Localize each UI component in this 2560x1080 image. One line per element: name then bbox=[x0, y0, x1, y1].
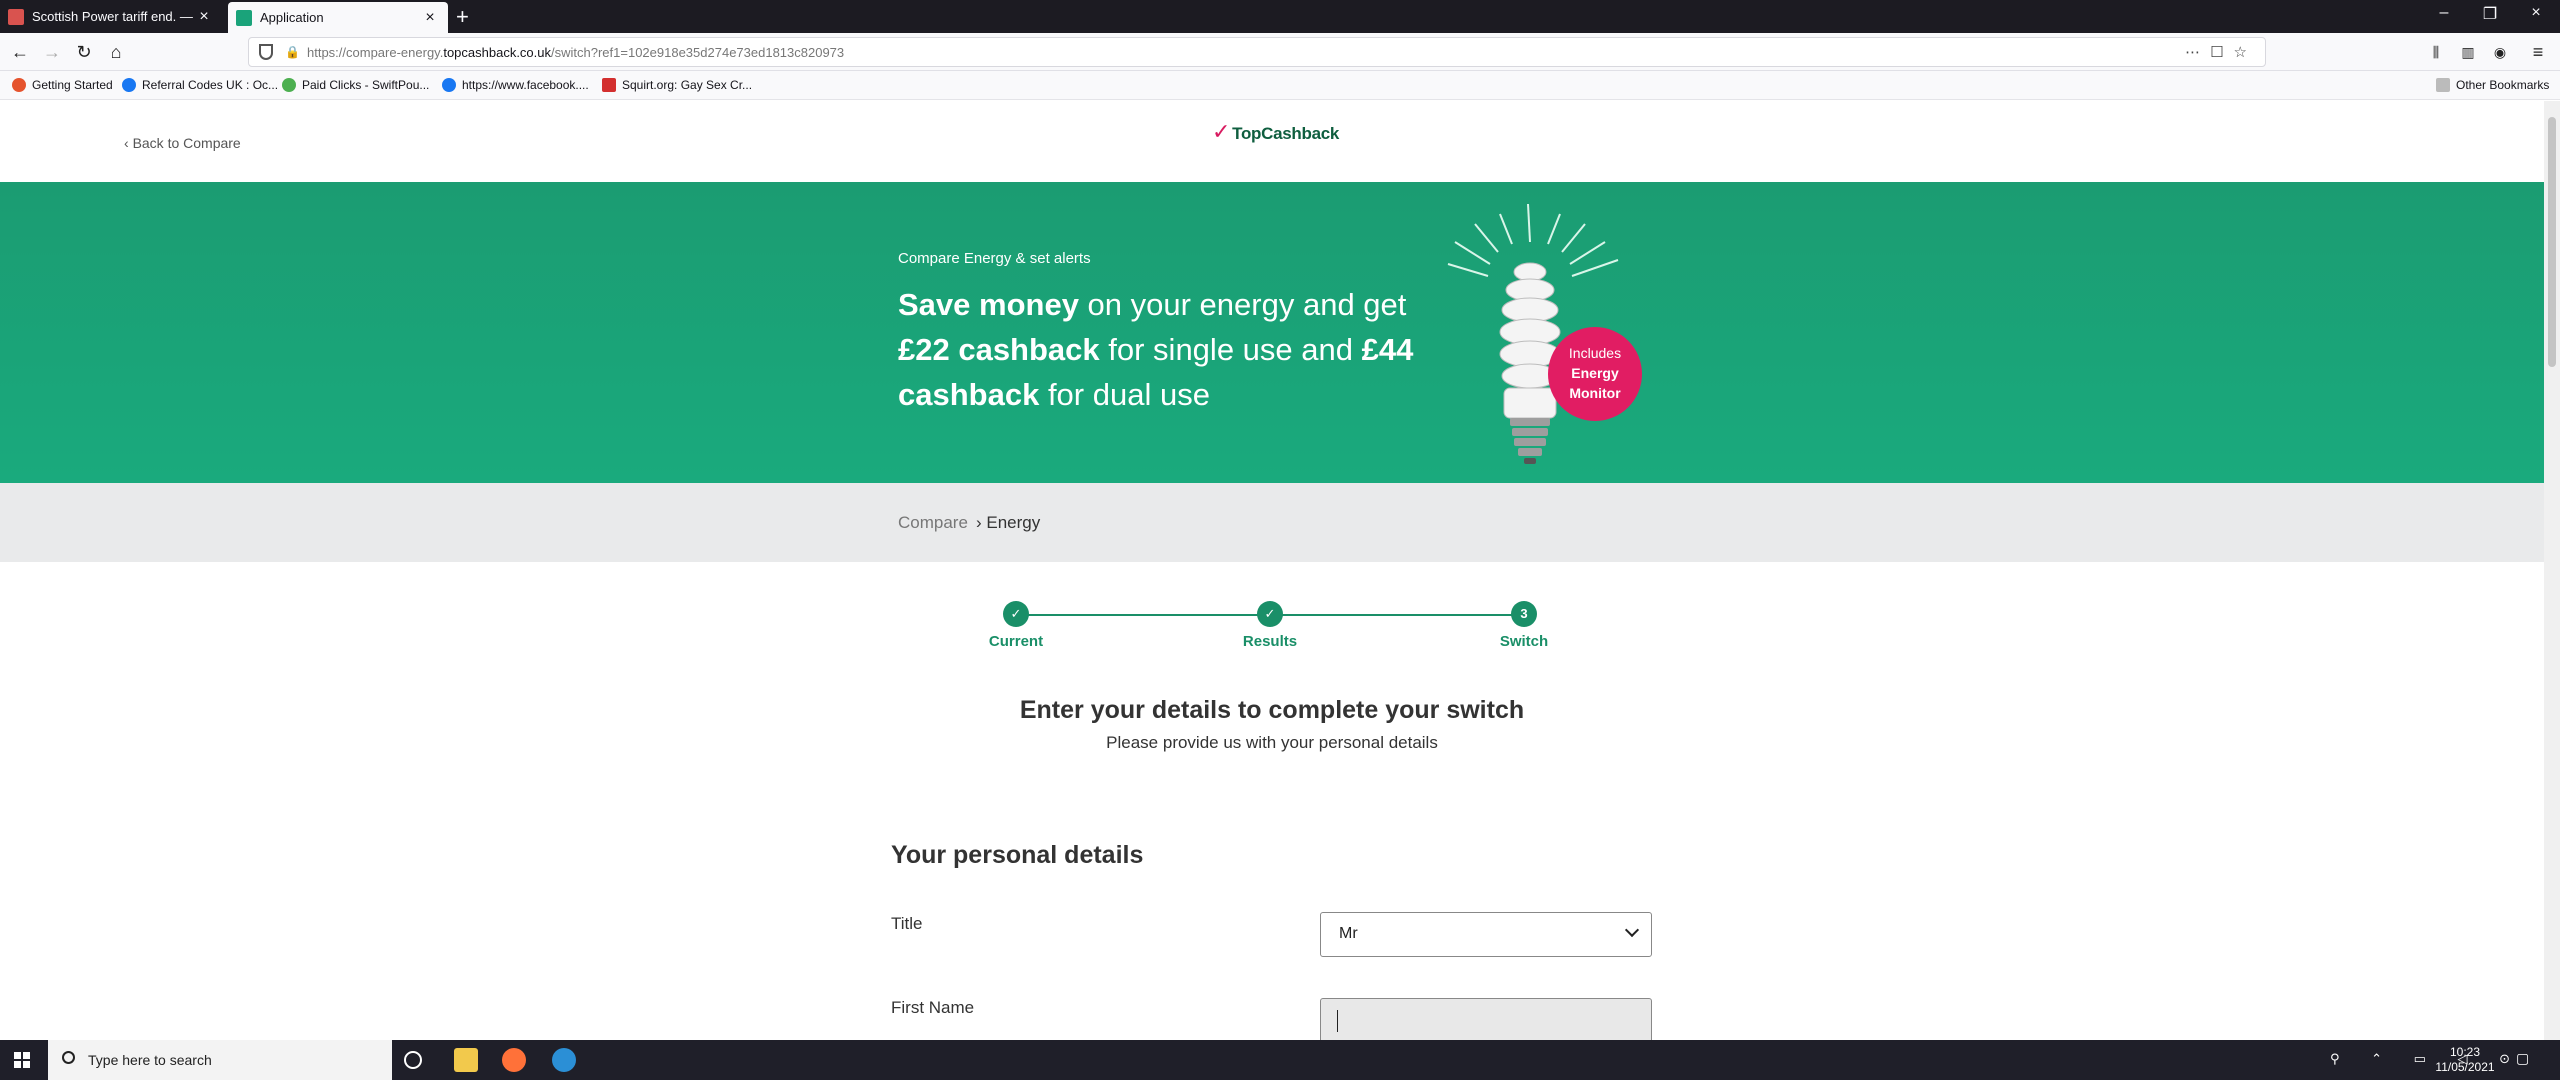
tab-application[interactable]: Application × bbox=[228, 2, 448, 33]
firefox-icon bbox=[12, 78, 26, 92]
search-icon bbox=[62, 1051, 75, 1064]
step-switch: 3 Switch bbox=[1464, 601, 1584, 650]
step-results: ✓ Results bbox=[1210, 601, 1330, 650]
step-number: 3 bbox=[1511, 601, 1537, 627]
topcashback-logo[interactable]: ✓ TopCashback bbox=[1212, 119, 1339, 145]
library-icon[interactable]: ⫼ bbox=[2424, 40, 2448, 64]
facebook-icon bbox=[442, 78, 456, 92]
clock[interactable]: 10:23 11/05/2021 bbox=[2430, 1045, 2500, 1075]
page-title: Enter your details to complete your swit… bbox=[1019, 696, 1525, 724]
scrollbar-thumb[interactable] bbox=[2548, 117, 2556, 367]
facebook-icon bbox=[122, 78, 136, 92]
notifications-icon[interactable]: ▢ bbox=[2516, 1051, 2529, 1066]
swiftpounds-icon bbox=[282, 78, 296, 92]
step-label: Results bbox=[1242, 633, 1298, 650]
breadcrumb: Compare › Energy bbox=[0, 483, 2544, 562]
cortana-icon[interactable] bbox=[404, 1051, 422, 1069]
bird-logo-icon: ✓ bbox=[1212, 119, 1231, 144]
tab-title: Application bbox=[260, 10, 324, 25]
progress-stepper: ✓ Current ✓ Results 3 Switch bbox=[989, 601, 1548, 661]
reload-icon[interactable]: ↻ bbox=[72, 40, 96, 64]
windows-start-icon[interactable] bbox=[14, 1052, 30, 1068]
minimize-icon[interactable]: – bbox=[2432, 4, 2456, 22]
tab-scottish-power[interactable]: Scottish Power tariff end. — M × bbox=[0, 0, 222, 33]
bookmark-referral-codes[interactable]: Referral Codes UK : Oc... bbox=[122, 78, 278, 92]
title-select[interactable]: Mr bbox=[1320, 912, 1652, 957]
windows-taskbar: Type here to search ⚲ ⌃ ▭ ◁ ⊙ 10:23 11/0… bbox=[0, 1040, 2560, 1080]
breadcrumb-energy: › Energy bbox=[976, 513, 1041, 532]
energy-monitor-badge: Includes Energy Monitor bbox=[1548, 327, 1642, 421]
tab-favicon-icon bbox=[236, 9, 252, 26]
sidebar-icon[interactable]: ▥ bbox=[2456, 40, 2480, 64]
bookmark-squirt[interactable]: Squirt.org: Gay Sex Cr... bbox=[602, 78, 752, 92]
edge-icon[interactable] bbox=[552, 1048, 576, 1072]
step-label: Switch bbox=[1499, 633, 1549, 650]
hero-eyebrow: Compare Energy & set alerts bbox=[898, 250, 1091, 267]
other-bookmarks[interactable]: Other Bookmarks bbox=[2436, 78, 2549, 92]
hero-banner: Compare Energy & set alerts Save money o… bbox=[0, 182, 2544, 483]
forward-arrow-icon[interactable]: → bbox=[40, 40, 64, 64]
step-current: ✓ Current bbox=[956, 601, 1076, 650]
title-select-value: Mr bbox=[1339, 925, 1358, 942]
navigation-bar: ← → ↻ ⌂ 🔒 https://compare-energy.topcash… bbox=[0, 33, 2560, 71]
page-actions-icon[interactable]: ⋯☐☆ bbox=[2185, 43, 2257, 61]
text-caret bbox=[1337, 1010, 1338, 1032]
restore-icon[interactable]: ❐ bbox=[2478, 4, 2502, 24]
account-icon[interactable]: ◉ bbox=[2488, 40, 2512, 64]
firefox-taskbar-icon[interactable] bbox=[502, 1048, 526, 1072]
file-explorer-icon[interactable] bbox=[454, 1048, 478, 1072]
chevron-left-icon: ‹ bbox=[124, 135, 133, 151]
url-text[interactable]: https://compare-energy.topcashback.co.uk… bbox=[307, 45, 844, 60]
tab-strip: Scottish Power tariff end. — M × Applica… bbox=[0, 0, 2560, 33]
tab-title: Scottish Power tariff end. — M bbox=[32, 9, 194, 24]
site-header: ‹ Back to Compare ✓ TopCashback bbox=[0, 101, 2544, 182]
hero-headline: Save money on your energy and get £22 ca… bbox=[898, 287, 1414, 412]
page-scrollbar[interactable] bbox=[2544, 101, 2560, 1040]
menu-icon[interactable]: ≡ bbox=[2526, 40, 2550, 64]
squirt-icon bbox=[602, 78, 616, 92]
check-icon: ✓ bbox=[1257, 601, 1283, 627]
lock-icon[interactable]: 🔒 bbox=[285, 45, 300, 59]
taskbar-search[interactable]: Type here to search bbox=[48, 1040, 392, 1080]
close-tab-icon[interactable]: × bbox=[420, 9, 440, 27]
tab-favicon-icon bbox=[8, 8, 24, 25]
folder-icon bbox=[2436, 78, 2450, 92]
bookmark-facebook[interactable]: https://www.facebook.... bbox=[442, 78, 589, 92]
url-bar[interactable]: 🔒 https://compare-energy.topcashback.co.… bbox=[248, 37, 2266, 67]
first-name-input[interactable] bbox=[1320, 998, 1652, 1040]
new-tab-icon[interactable]: + bbox=[456, 4, 469, 30]
check-icon: ✓ bbox=[1003, 601, 1029, 627]
first-name-label: First Name bbox=[891, 998, 975, 1017]
taskbar-search-placeholder: Type here to search bbox=[88, 1052, 212, 1068]
chevron-down-icon bbox=[1624, 922, 1640, 938]
breadcrumb-compare[interactable]: Compare bbox=[898, 513, 968, 533]
close-window-icon[interactable]: × bbox=[2524, 4, 2548, 22]
back-to-compare-link[interactable]: ‹ Back to Compare bbox=[124, 135, 241, 151]
bookmark-getting-started[interactable]: Getting Started bbox=[12, 78, 113, 92]
section-title: Your personal details bbox=[891, 841, 1144, 869]
page-content: ‹ Back to Compare ✓ TopCashback Compare E… bbox=[0, 101, 2544, 1040]
bookmark-paid-clicks[interactable]: Paid Clicks - SwiftPou... bbox=[282, 78, 429, 92]
bookmarks-toolbar: Getting Started Referral Codes UK : Oc..… bbox=[0, 71, 2560, 100]
tracking-shield-icon[interactable] bbox=[259, 44, 273, 60]
back-arrow-icon[interactable]: ← bbox=[8, 40, 32, 64]
home-icon[interactable]: ⌂ bbox=[104, 40, 128, 64]
step-label: Current bbox=[988, 633, 1044, 650]
page-subtitle: Please provide us with your personal det… bbox=[1106, 733, 1438, 752]
title-label: Title bbox=[891, 914, 923, 933]
close-tab-icon[interactable]: × bbox=[194, 8, 214, 26]
